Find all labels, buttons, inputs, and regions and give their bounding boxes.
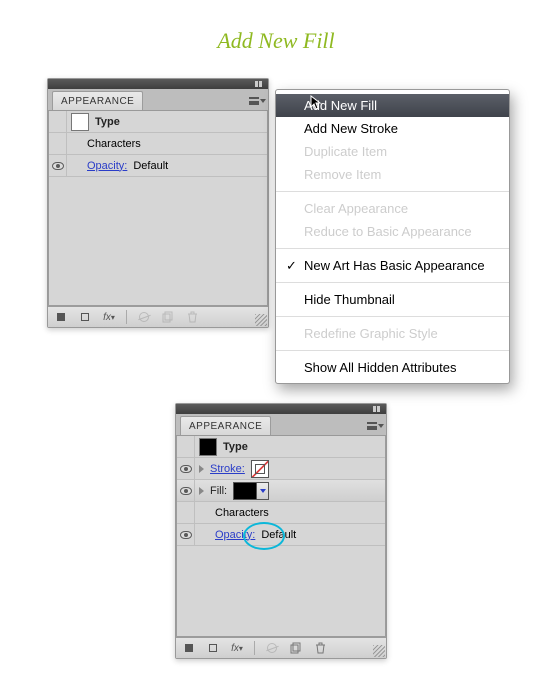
menu-duplicate-item: Duplicate Item <box>276 140 509 163</box>
tab-appearance[interactable]: APPEARANCE <box>52 91 143 110</box>
menu-clear-appearance: Clear Appearance <box>276 197 509 220</box>
visibility-column <box>177 502 195 523</box>
tutorial-heading: Add New Fill <box>0 0 552 54</box>
visibility-toggle[interactable] <box>49 155 67 176</box>
menu-icon <box>249 97 259 105</box>
fill-dropdown-button[interactable] <box>257 482 269 500</box>
disclosure-triangle-icon[interactable] <box>199 465 204 473</box>
stroke-link[interactable]: Stroke: <box>210 463 245 475</box>
tab-bar: APPEARANCE <box>48 89 268 111</box>
menu-add-new-stroke[interactable]: Add New Stroke <box>276 117 509 140</box>
eye-icon <box>180 487 192 495</box>
opacity-link[interactable]: Opacity: <box>215 529 255 541</box>
panel-footer: fx▾ <box>48 306 268 327</box>
panel-titlebar[interactable] <box>48 79 268 89</box>
new-fill-button[interactable] <box>182 641 196 655</box>
new-stroke-button[interactable] <box>206 641 220 655</box>
opacity-link[interactable]: Opacity: <box>87 160 127 172</box>
opacity-row[interactable]: Opacity: Default <box>49 155 267 177</box>
stroke-row[interactable]: Stroke: <box>177 458 385 480</box>
flyout-menu-button[interactable] <box>366 417 384 435</box>
new-fill-button[interactable] <box>54 310 68 324</box>
clear-appearance-button[interactable] <box>137 310 151 324</box>
menu-icon <box>367 422 377 430</box>
menu-separator <box>276 248 509 249</box>
add-effect-button[interactable]: fx▾ <box>102 310 116 324</box>
type-label: Type <box>223 441 248 453</box>
separator <box>126 310 127 324</box>
stroke-swatch[interactable] <box>251 460 269 478</box>
menu-redefine-style: Redefine Graphic Style <box>276 322 509 345</box>
chevron-down-icon <box>260 99 266 103</box>
checkmark-icon: ✓ <box>286 258 297 274</box>
menu-reduce-basic: Reduce to Basic Appearance <box>276 220 509 243</box>
menu-show-hidden[interactable]: Show All Hidden Attributes <box>276 356 509 379</box>
flyout-menu-button[interactable] <box>248 92 266 110</box>
eye-icon <box>180 465 192 473</box>
collapse-icon[interactable] <box>255 81 263 87</box>
tab-appearance[interactable]: APPEARANCE <box>180 416 271 435</box>
fill-color-control[interactable] <box>233 482 269 500</box>
appearance-panel-1: APPEARANCE Type Characters Opacity: Defa… <box>47 78 269 328</box>
characters-row[interactable]: Characters <box>49 133 267 155</box>
panel-footer: fx▾ <box>176 637 386 658</box>
appearance-panel-2: APPEARANCE Type Stroke: Fill: <box>175 403 387 659</box>
fill-label: Fill: <box>210 485 227 497</box>
fill-row[interactable]: Fill: <box>177 480 385 502</box>
type-swatch <box>199 438 217 456</box>
fill-swatch[interactable] <box>233 482 257 500</box>
eye-icon <box>180 531 192 539</box>
characters-label: Characters <box>87 138 141 150</box>
resize-grip[interactable] <box>373 645 385 657</box>
opacity-value: Default <box>133 160 168 172</box>
menu-separator <box>276 316 509 317</box>
visibility-column <box>49 133 67 154</box>
duplicate-item-button[interactable] <box>289 641 303 655</box>
type-label: Type <box>95 116 120 128</box>
duplicate-item-button[interactable] <box>161 310 175 324</box>
eye-icon <box>52 162 64 170</box>
add-effect-button[interactable]: fx▾ <box>230 641 244 655</box>
chevron-down-icon <box>378 424 384 428</box>
type-swatch <box>71 113 89 131</box>
cursor-icon <box>310 95 322 111</box>
chevron-down-icon <box>260 489 266 493</box>
separator <box>254 641 255 655</box>
visibility-column <box>49 111 67 132</box>
flyout-menu: Add New Fill Add New Stroke Duplicate It… <box>275 89 510 384</box>
visibility-column <box>177 436 195 457</box>
trash-button[interactable] <box>185 310 199 324</box>
panel-titlebar[interactable] <box>176 404 386 414</box>
panel-body: Type Characters Opacity: Default <box>48 111 268 306</box>
panel-body: Type Stroke: Fill: <box>176 436 386 637</box>
resize-grip[interactable] <box>255 314 267 326</box>
menu-hide-thumbnail[interactable]: Hide Thumbnail <box>276 288 509 311</box>
type-row[interactable]: Type <box>49 111 267 133</box>
clear-appearance-button[interactable] <box>265 641 279 655</box>
new-stroke-button[interactable] <box>78 310 92 324</box>
characters-row[interactable]: Characters <box>177 502 385 524</box>
disclosure-triangle-icon[interactable] <box>199 487 204 495</box>
visibility-toggle[interactable] <box>177 524 195 545</box>
characters-label: Characters <box>215 507 269 519</box>
visibility-toggle[interactable] <box>177 458 195 479</box>
visibility-toggle[interactable] <box>177 480 195 501</box>
opacity-value: Default <box>261 529 296 541</box>
menu-separator <box>276 191 509 192</box>
type-row[interactable]: Type <box>177 436 385 458</box>
opacity-row[interactable]: Opacity: Default <box>177 524 385 546</box>
menu-new-art-basic[interactable]: ✓New Art Has Basic Appearance <box>276 254 509 277</box>
trash-button[interactable] <box>313 641 327 655</box>
collapse-icon[interactable] <box>373 406 381 412</box>
tab-bar: APPEARANCE <box>176 414 386 436</box>
menu-separator <box>276 350 509 351</box>
menu-separator <box>276 282 509 283</box>
menu-remove-item: Remove Item <box>276 163 509 186</box>
